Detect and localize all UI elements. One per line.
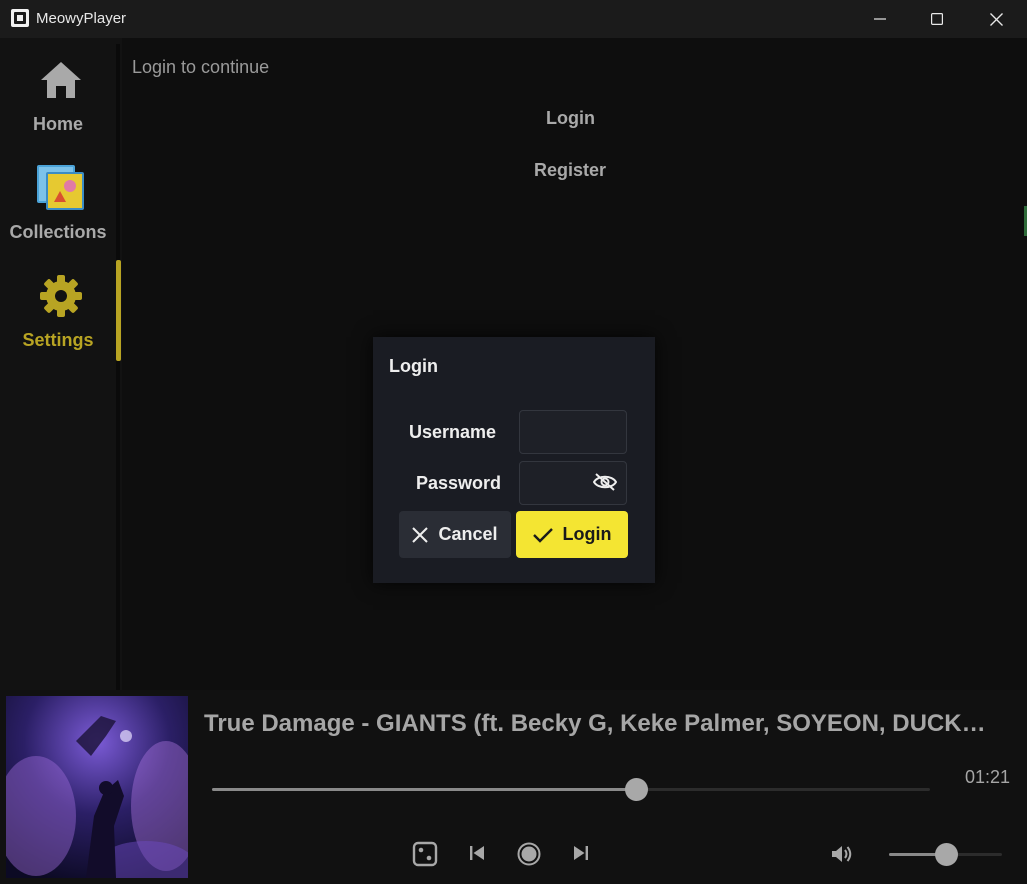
volume-button[interactable]	[830, 842, 854, 866]
volume-slider-handle[interactable]	[934, 843, 958, 866]
tab-register[interactable]: Register	[534, 160, 606, 181]
gear-icon	[40, 275, 82, 317]
maximize-icon	[931, 13, 943, 25]
sidebar-item-label: Collections	[9, 222, 107, 242]
volume-icon	[832, 846, 852, 862]
close-button[interactable]	[967, 0, 1025, 38]
eye-off-icon[interactable]	[593, 472, 617, 492]
minimize-button[interactable]	[851, 0, 909, 38]
shuffle-button[interactable]	[411, 840, 439, 868]
active-indicator	[116, 260, 121, 361]
sidebar-item-collections[interactable]: Collections	[0, 160, 116, 264]
seek-bar-handle[interactable]	[624, 778, 648, 801]
username-label: Username	[409, 422, 497, 442]
collections-icon	[37, 165, 84, 210]
cancel-label: Cancel	[438, 524, 498, 544]
next-button[interactable]	[571, 843, 591, 863]
window-title: MeowyPlayer	[36, 10, 127, 27]
previous-icon	[470, 846, 484, 860]
volume-slider[interactable]	[889, 843, 1002, 866]
sidebar-item-label: Home	[32, 114, 83, 134]
shuffle-icon	[412, 841, 438, 867]
login-button[interactable]: Login	[516, 511, 628, 558]
track-title: True Damage - GIANTS (ft. Becky G, Keke …	[204, 710, 1004, 737]
checkmark-icon	[532, 527, 553, 543]
elapsed-time: 01:21	[965, 767, 1011, 787]
dialog-title: Login	[389, 356, 438, 376]
login-dialog: Login Username Password Cancel Login	[373, 337, 655, 583]
minimize-icon	[874, 18, 886, 20]
album-art	[6, 696, 188, 878]
previous-button[interactable]	[467, 843, 487, 863]
maximize-button[interactable]	[908, 0, 966, 38]
play-pause-button[interactable]	[516, 841, 542, 867]
login-label: Login	[562, 524, 612, 544]
home-icon	[41, 62, 81, 98]
title-bar: MeowyPlayer	[0, 0, 1027, 38]
seek-bar-fill	[212, 788, 636, 791]
seek-bar[interactable]	[212, 778, 930, 801]
username-field[interactable]	[519, 410, 627, 454]
sidebar-item-label: Settings	[22, 330, 94, 350]
tab-login[interactable]: Login	[546, 108, 595, 129]
sidebar-item-home[interactable]: Home	[0, 52, 116, 156]
play-pause-icon	[517, 842, 541, 866]
sidebar-divider	[116, 44, 120, 690]
password-label: Password	[416, 473, 502, 493]
sidebar-item-settings[interactable]: Settings	[0, 268, 116, 372]
page-subtitle: Login to continue	[132, 57, 270, 77]
next-icon	[574, 846, 588, 860]
close-icon	[989, 12, 1003, 26]
app-icon	[11, 9, 29, 27]
cancel-button[interactable]: Cancel	[399, 511, 511, 558]
sidebar: Home Collections Settings	[0, 38, 122, 690]
close-icon	[412, 526, 429, 543]
